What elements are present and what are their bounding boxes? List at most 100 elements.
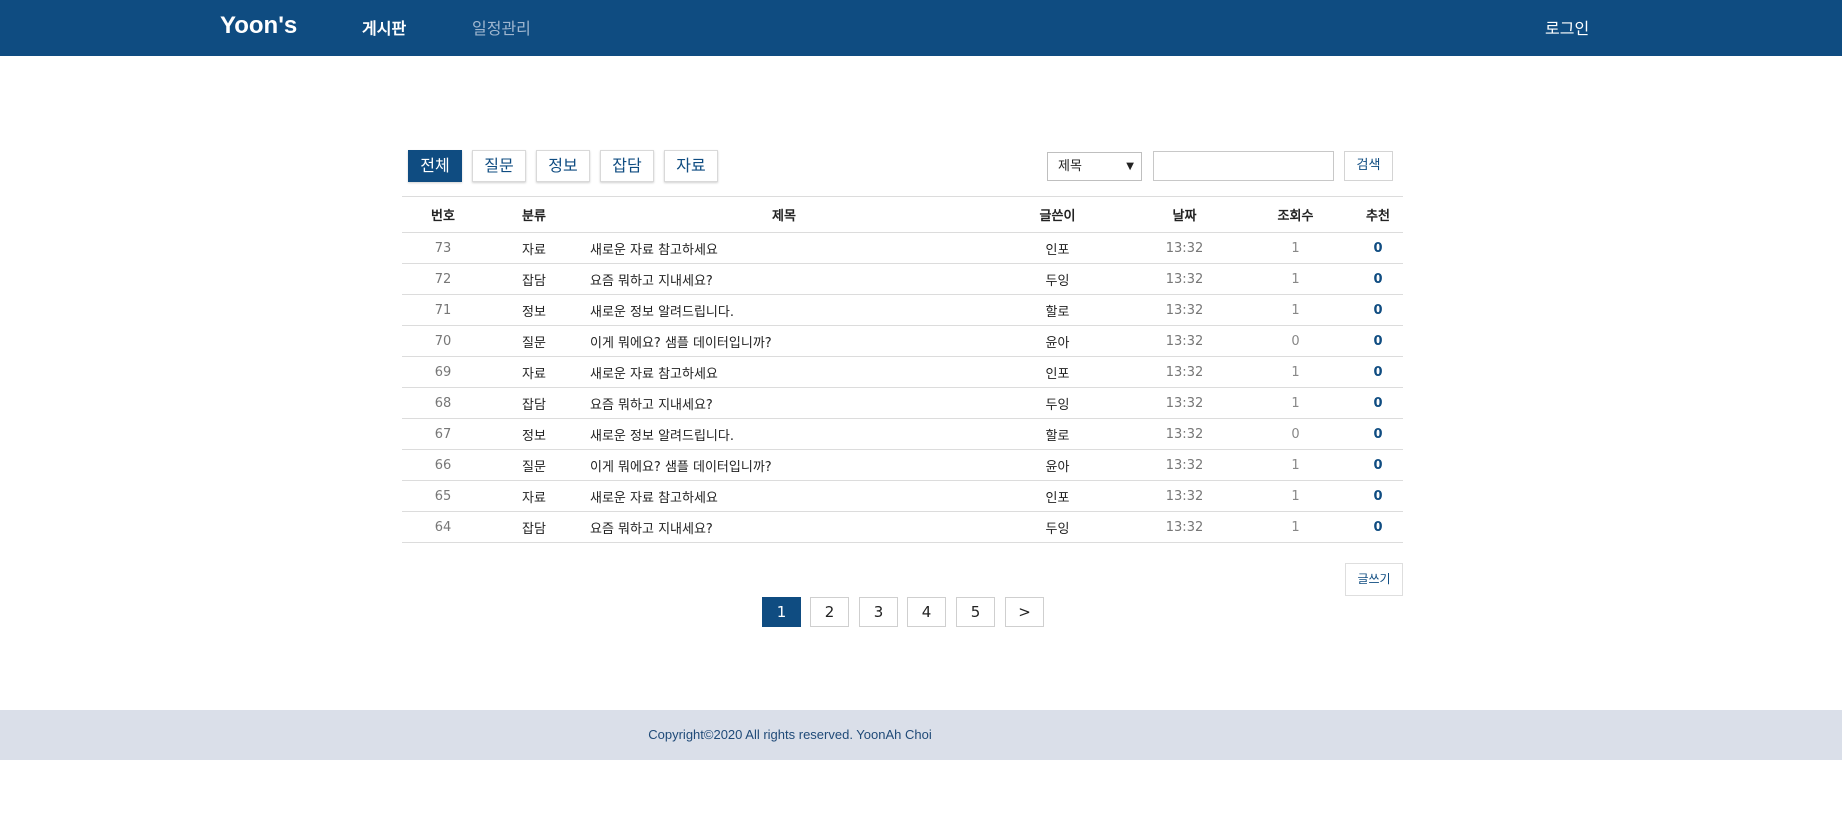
post-writer: 두잉 bbox=[984, 511, 1131, 543]
post-writer: 할로 bbox=[984, 294, 1131, 326]
category-info-button[interactable]: 정보 bbox=[536, 150, 590, 182]
post-views: 0 bbox=[1238, 325, 1353, 357]
category-chat-button[interactable]: 잡담 bbox=[600, 150, 654, 182]
table-row[interactable]: 71 정보 새로운 정보 알려드립니다. 할로 13:32 1 0 bbox=[402, 294, 1403, 326]
post-views: 1 bbox=[1238, 449, 1353, 481]
post-title-link[interactable]: 요즘 뭐하고 지내세요? bbox=[584, 263, 984, 295]
post-views: 1 bbox=[1238, 232, 1353, 264]
post-number: 68 bbox=[402, 387, 484, 419]
post-title-link[interactable]: 새로운 자료 참고하세요 bbox=[584, 232, 984, 264]
post-writer: 할로 bbox=[984, 418, 1131, 450]
column-header-writer: 글쓴이 bbox=[984, 196, 1131, 233]
post-title-link[interactable]: 새로운 자료 참고하세요 bbox=[584, 480, 984, 512]
page-button-3[interactable]: 3 bbox=[859, 597, 898, 627]
search-button[interactable]: 검색 bbox=[1344, 151, 1393, 181]
next-page-button[interactable]: > bbox=[1005, 597, 1044, 627]
post-number: 69 bbox=[402, 356, 484, 388]
table-row[interactable]: 69 자료 새로운 자료 참고하세요 인포 13:32 1 0 bbox=[402, 356, 1403, 388]
page-button-4[interactable]: 4 bbox=[907, 597, 946, 627]
post-recommend: 0 bbox=[1353, 387, 1403, 419]
post-title-link[interactable]: 이게 뭐에요? 샘플 데이터입니까? bbox=[584, 325, 984, 357]
post-date: 13:32 bbox=[1131, 480, 1238, 512]
category-resource-button[interactable]: 자료 bbox=[664, 150, 718, 182]
post-number: 67 bbox=[402, 418, 484, 450]
post-title-link[interactable]: 새로운 정보 알려드립니다. bbox=[584, 418, 984, 450]
post-category: 자료 bbox=[484, 232, 584, 264]
category-all-button[interactable]: 전체 bbox=[408, 150, 462, 182]
column-header-number: 번호 bbox=[402, 196, 484, 233]
post-views: 1 bbox=[1238, 387, 1353, 419]
post-views: 1 bbox=[1238, 511, 1353, 543]
post-number: 65 bbox=[402, 480, 484, 512]
post-writer: 윤아 bbox=[984, 325, 1131, 357]
board-table: 번호 분류 제목 글쓴이 날짜 조회수 추천 73 자료 새로운 자료 참고하세… bbox=[402, 196, 1403, 543]
write-post-button[interactable]: 글쓰기 bbox=[1345, 563, 1403, 596]
table-row[interactable]: 70 질문 이게 뭐에요? 샘플 데이터입니까? 윤아 13:32 0 0 bbox=[402, 325, 1403, 357]
post-date: 13:32 bbox=[1131, 418, 1238, 450]
chevron-down-icon: ▼ bbox=[1126, 161, 1134, 172]
post-recommend: 0 bbox=[1353, 449, 1403, 481]
post-category: 잡담 bbox=[484, 263, 584, 295]
nav-board[interactable]: 게시판 bbox=[362, 15, 406, 39]
copyright-text: Copyright©2020 All rights reserved. Yoon… bbox=[648, 727, 932, 742]
footer: Copyright©2020 All rights reserved. Yoon… bbox=[0, 710, 1842, 760]
post-writer: 인포 bbox=[984, 356, 1131, 388]
post-views: 1 bbox=[1238, 356, 1353, 388]
post-date: 13:32 bbox=[1131, 511, 1238, 543]
post-writer: 두잉 bbox=[984, 263, 1131, 295]
post-category: 잡담 bbox=[484, 511, 584, 543]
search-type-select[interactable]: 제목 ▼ bbox=[1047, 152, 1142, 181]
post-date: 13:32 bbox=[1131, 232, 1238, 264]
brand-logo[interactable]: Yoon's bbox=[220, 12, 297, 40]
column-header-views: 조회수 bbox=[1238, 196, 1353, 233]
post-title-link[interactable]: 요즘 뭐하고 지내세요? bbox=[584, 387, 984, 419]
post-category: 잡담 bbox=[484, 387, 584, 419]
post-number: 72 bbox=[402, 263, 484, 295]
post-number: 73 bbox=[402, 232, 484, 264]
post-category: 정보 bbox=[484, 294, 584, 326]
post-recommend: 0 bbox=[1353, 263, 1403, 295]
post-recommend: 0 bbox=[1353, 232, 1403, 264]
post-title-link[interactable]: 이게 뭐에요? 샘플 데이터입니까? bbox=[584, 449, 984, 481]
post-number: 64 bbox=[402, 511, 484, 543]
post-date: 13:32 bbox=[1131, 449, 1238, 481]
table-row[interactable]: 66 질문 이게 뭐에요? 샘플 데이터입니까? 윤아 13:32 1 0 bbox=[402, 449, 1403, 481]
post-writer: 윤아 bbox=[984, 449, 1131, 481]
post-category: 질문 bbox=[484, 325, 584, 357]
column-header-date: 날짜 bbox=[1131, 196, 1238, 233]
table-row[interactable]: 68 잡담 요즘 뭐하고 지내세요? 두잉 13:32 1 0 bbox=[402, 387, 1403, 419]
table-row[interactable]: 72 잡담 요즘 뭐하고 지내세요? 두잉 13:32 1 0 bbox=[402, 263, 1403, 295]
post-title-link[interactable]: 요즘 뭐하고 지내세요? bbox=[584, 511, 984, 543]
nav-schedule[interactable]: 일정관리 bbox=[472, 15, 531, 39]
column-header-category: 분류 bbox=[484, 196, 584, 233]
table-row[interactable]: 64 잡담 요즘 뭐하고 지내세요? 두잉 13:32 1 0 bbox=[402, 511, 1403, 543]
table-row[interactable]: 67 정보 새로운 정보 알려드립니다. 할로 13:32 0 0 bbox=[402, 418, 1403, 450]
page-button-5[interactable]: 5 bbox=[956, 597, 995, 627]
post-recommend: 0 bbox=[1353, 294, 1403, 326]
post-recommend: 0 bbox=[1353, 418, 1403, 450]
page-button-1[interactable]: 1 bbox=[762, 597, 801, 627]
post-writer: 두잉 bbox=[984, 387, 1131, 419]
post-date: 13:32 bbox=[1131, 263, 1238, 295]
login-link[interactable]: 로그인 bbox=[1545, 15, 1589, 39]
post-category: 자료 bbox=[484, 356, 584, 388]
page-button-2[interactable]: 2 bbox=[810, 597, 849, 627]
post-number: 66 bbox=[402, 449, 484, 481]
post-number: 70 bbox=[402, 325, 484, 357]
category-question-button[interactable]: 질문 bbox=[472, 150, 526, 182]
post-title-link[interactable]: 새로운 자료 참고하세요 bbox=[584, 356, 984, 388]
post-recommend: 0 bbox=[1353, 511, 1403, 543]
post-title-link[interactable]: 새로운 정보 알려드립니다. bbox=[584, 294, 984, 326]
post-number: 71 bbox=[402, 294, 484, 326]
table-row[interactable]: 65 자료 새로운 자료 참고하세요 인포 13:32 1 0 bbox=[402, 480, 1403, 512]
column-header-recommend: 추천 bbox=[1353, 196, 1403, 233]
table-row[interactable]: 73 자료 새로운 자료 참고하세요 인포 13:32 1 0 bbox=[402, 232, 1403, 264]
post-views: 1 bbox=[1238, 294, 1353, 326]
post-views: 1 bbox=[1238, 263, 1353, 295]
post-recommend: 0 bbox=[1353, 356, 1403, 388]
post-date: 13:32 bbox=[1131, 325, 1238, 357]
post-date: 13:32 bbox=[1131, 294, 1238, 326]
post-views: 1 bbox=[1238, 480, 1353, 512]
search-input[interactable] bbox=[1153, 151, 1334, 181]
table-header-row: 번호 분류 제목 글쓴이 날짜 조회수 추천 bbox=[402, 196, 1403, 233]
